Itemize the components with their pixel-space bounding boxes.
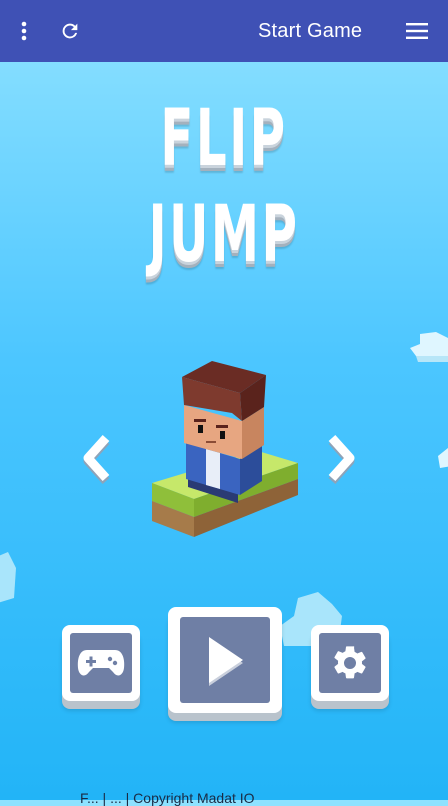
refresh-icon xyxy=(62,23,78,39)
next-character-arrow[interactable] xyxy=(322,432,358,484)
more-vert-icon xyxy=(21,21,27,41)
play-icon xyxy=(209,637,243,686)
blocky-character xyxy=(182,361,266,503)
more-options-button[interactable] xyxy=(4,11,44,51)
settings-button-face xyxy=(319,633,381,693)
settings-button[interactable] xyxy=(311,625,389,701)
more-games-button[interactable] xyxy=(62,625,140,701)
refresh-button[interactable] xyxy=(50,11,90,51)
footer-copyright: F... | ... | Copyright Madat IO xyxy=(80,790,255,806)
more-games-face xyxy=(70,633,132,693)
gear-icon xyxy=(334,646,366,679)
gamepad-icon xyxy=(77,650,125,676)
previous-character-arrow[interactable] xyxy=(80,432,116,484)
character-preview xyxy=(152,361,298,537)
menu-button[interactable] xyxy=(397,11,437,51)
hamburger-menu-icon xyxy=(406,23,428,39)
game-title-line2: JUMP xyxy=(148,190,300,280)
cloud-decoration xyxy=(410,332,448,362)
app-bar: Start Game xyxy=(0,0,448,62)
start-game-title[interactable]: Start Game xyxy=(258,20,362,43)
game-title-line1: FLIP xyxy=(160,94,288,184)
play-button[interactable] xyxy=(168,607,282,713)
cloud-decoration xyxy=(0,552,16,603)
cloud-decoration xyxy=(438,448,448,468)
play-button-face xyxy=(180,617,270,703)
